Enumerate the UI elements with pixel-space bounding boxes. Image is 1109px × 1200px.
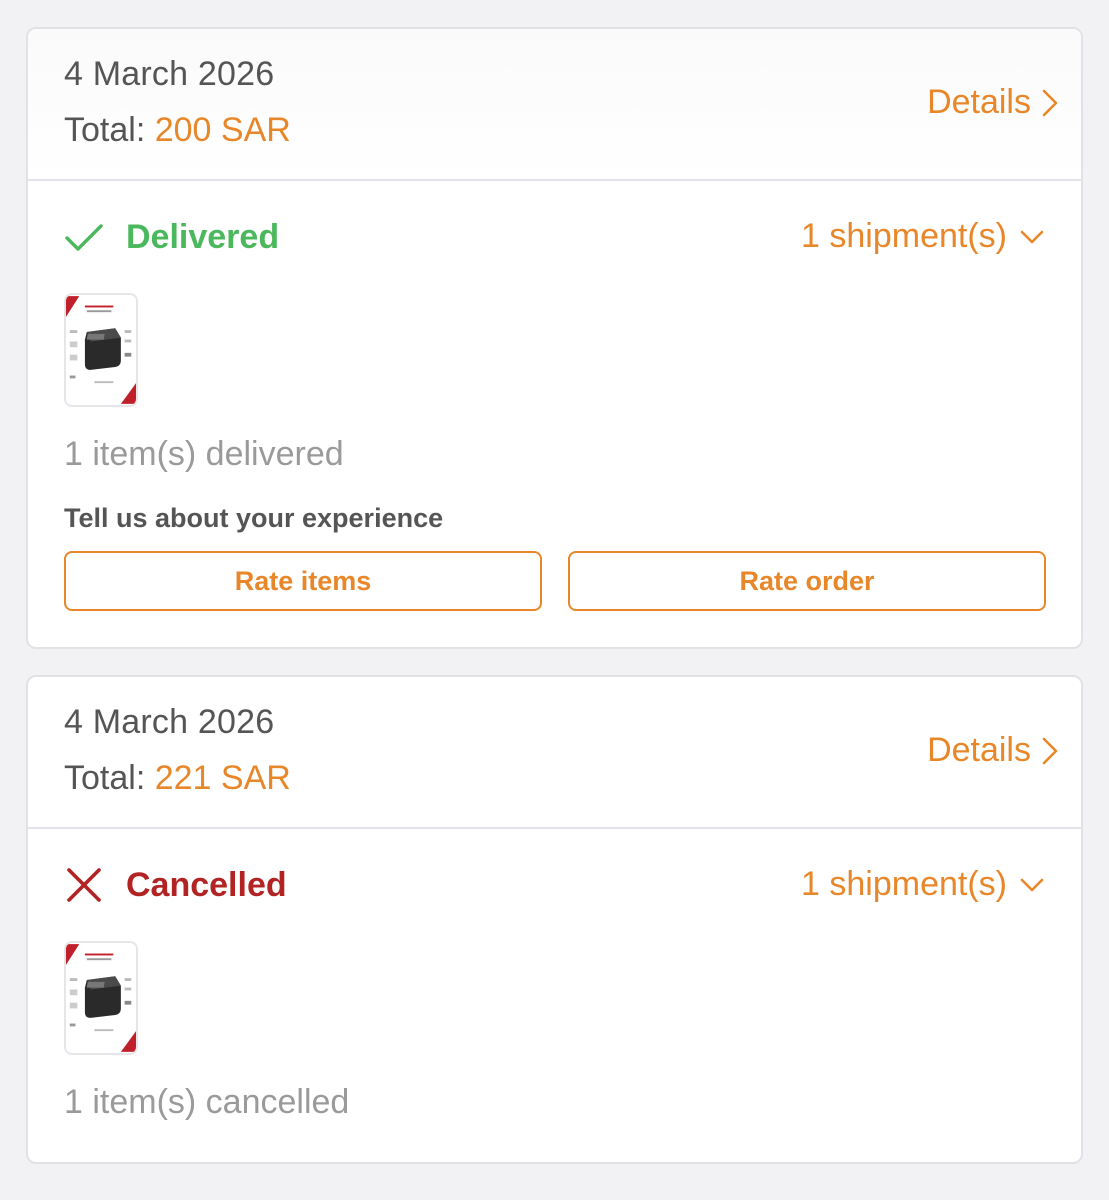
status-label: Delivered [126,217,280,256]
details-link[interactable]: Details [927,83,1059,122]
shipments-label: 1 shipment(s) [801,217,1007,255]
status-label: Cancelled [126,865,287,904]
details-label: Details [927,731,1031,769]
chevron-right-icon [1042,737,1058,764]
order-date: 4 March 2026 [64,703,275,741]
order-total: Total: 221 SAR [64,759,291,798]
order-status: Delivered [64,217,279,257]
order-header: 4 March 2026 Total: 221 SAR Details [28,677,1081,829]
orders-page: 4 March 2026 Total: 200 SAR Details Deli… [0,0,1109,1200]
total-amount: 200 SAR [154,111,291,149]
rate-order-button[interactable]: Rate order [568,551,1046,611]
items-status-text: 1 item(s) cancelled [64,1083,350,1121]
order-card: 4 March 2026 Total: 200 SAR Details Deli… [26,27,1083,649]
shipments-toggle[interactable]: 1 shipment(s) [801,217,1045,256]
chevron-down-icon [1020,230,1044,243]
feedback-prompt: Tell us about your experience [64,503,444,533]
x-mark-icon [67,868,101,902]
chevron-down-icon [1020,878,1044,891]
total-amount: 221 SAR [154,759,291,797]
chevron-right-icon [1042,89,1058,116]
shipments-label: 1 shipment(s) [801,865,1007,903]
rate-items-button[interactable]: Rate items [64,551,542,611]
items-status-text: 1 item(s) delivered [64,435,344,473]
order-total: Total: 200 SAR [64,111,291,150]
product-image [66,944,136,1052]
order-date: 4 March 2026 [64,55,275,93]
details-label: Details [927,83,1031,121]
shipments-toggle[interactable]: 1 shipment(s) [801,865,1045,904]
product-thumbnail[interactable] [64,941,138,1055]
order-header: 4 March 2026 Total: 200 SAR Details [28,29,1081,181]
order-status: Cancelled [64,865,287,905]
total-label: Total: [64,111,155,149]
checkmark-icon [65,224,103,251]
total-label: Total: [64,759,155,797]
order-card: 4 March 2026 Total: 221 SAR Details Canc… [26,675,1083,1164]
product-thumbnail[interactable] [64,293,138,407]
product-image [66,296,136,404]
details-link[interactable]: Details [927,731,1059,770]
